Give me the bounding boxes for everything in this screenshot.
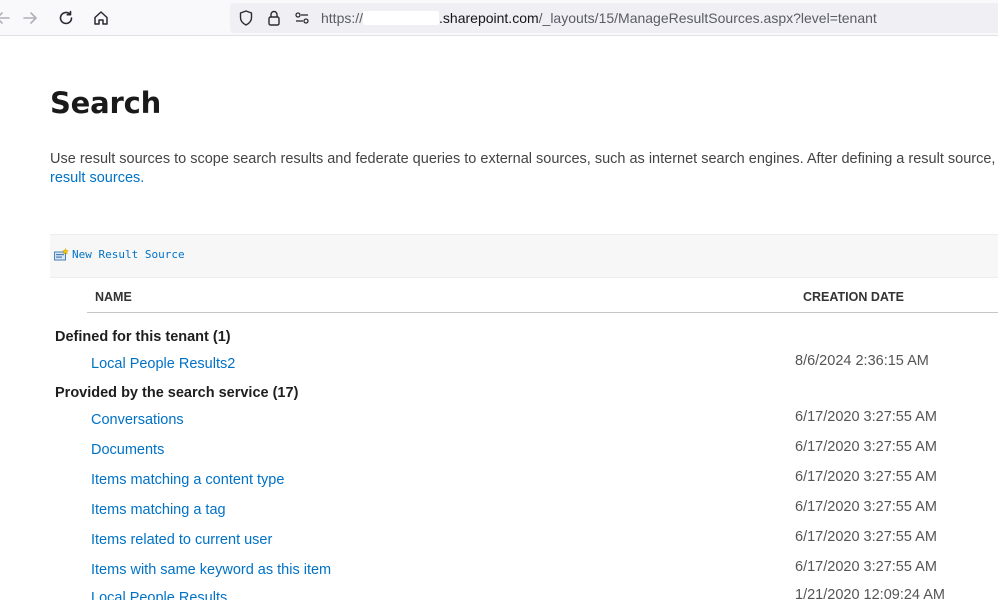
- result-source-link[interactable]: Items matching a tag: [91, 502, 226, 518]
- page-title: Search: [50, 86, 162, 120]
- shield-icon[interactable]: [237, 9, 255, 27]
- result-source-link[interactable]: Local People Results: [91, 590, 227, 600]
- result-source-link[interactable]: Items matching a content type: [91, 472, 284, 488]
- column-header-creation-date[interactable]: CREATION DATE: [803, 290, 904, 304]
- result-source-link[interactable]: Items related to current user: [91, 532, 272, 548]
- group-header-search-service: Provided by the search service (17): [55, 385, 299, 401]
- creation-date: 6/17/2020 3:27:55 AM: [795, 469, 937, 485]
- url-text[interactable]: https:// .sharepoint.com/_layouts/15/Mana…: [321, 10, 877, 26]
- url-path: /_layouts/15/ManageResultSources.aspx?le…: [538, 10, 877, 26]
- result-source-link[interactable]: Conversations: [91, 412, 184, 428]
- creation-date: 8/6/2024 2:36:15 AM: [795, 353, 929, 369]
- header-divider: [87, 312, 998, 313]
- url-scheme: https://: [321, 10, 364, 26]
- creation-date: 1/21/2020 12:09:24 AM: [795, 587, 945, 600]
- lock-icon[interactable]: [265, 9, 283, 27]
- home-icon: [94, 11, 108, 25]
- home-button[interactable]: [88, 5, 114, 31]
- creation-date: 6/17/2020 3:27:55 AM: [795, 529, 937, 545]
- result-source-link[interactable]: Documents: [91, 442, 164, 458]
- permissions-icon[interactable]: [293, 9, 311, 27]
- result-source-link[interactable]: Items with same keyword as this item: [91, 562, 331, 578]
- new-item-icon: [54, 248, 69, 261]
- creation-date: 6/17/2020 3:27:55 AM: [795, 439, 937, 455]
- new-result-source-button[interactable]: New Result Source: [54, 248, 185, 261]
- result-sources-link[interactable]: result sources.: [50, 169, 144, 188]
- arrow-right-icon: [23, 12, 37, 24]
- browser-toolbar: https:// .sharepoint.com/_layouts/15/Mana…: [0, 0, 998, 36]
- back-button[interactable]: [0, 5, 16, 31]
- new-result-source-label: New Result Source: [72, 248, 185, 261]
- forward-button[interactable]: [17, 5, 43, 31]
- creation-date: 6/17/2020 3:27:55 AM: [795, 499, 937, 515]
- column-header-name[interactable]: NAME: [95, 290, 132, 304]
- group-header-tenant: Defined for this tenant (1): [55, 329, 231, 345]
- page-description: Use result sources to scope search resul…: [50, 151, 998, 167]
- reload-button[interactable]: [53, 5, 79, 31]
- arrow-left-icon: [0, 12, 10, 24]
- url-bar[interactable]: https:// .sharepoint.com/_layouts/15/Mana…: [230, 3, 998, 33]
- creation-date: 6/17/2020 3:27:55 AM: [795, 559, 937, 575]
- result-source-link[interactable]: Local People Results2: [91, 356, 235, 372]
- redacted-host: [363, 11, 440, 25]
- command-bar: New Result Source: [50, 234, 998, 278]
- reload-icon: [59, 10, 73, 25]
- creation-date: 6/17/2020 3:27:55 AM: [795, 409, 937, 425]
- url-host: .sharepoint.com: [439, 10, 539, 26]
